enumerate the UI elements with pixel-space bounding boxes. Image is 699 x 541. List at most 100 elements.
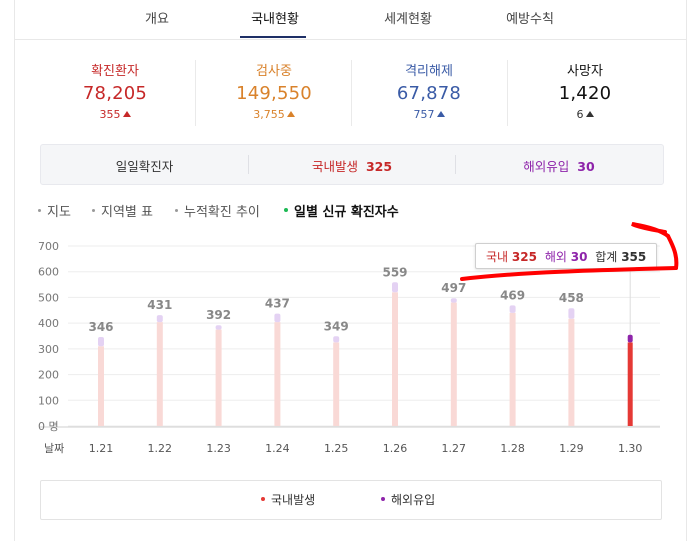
active-tab-underline (240, 36, 306, 38)
increase-arrow-icon (122, 111, 131, 117)
bar-domestic (392, 292, 398, 426)
stat-confirmed: 확진환자 78,205 355 (37, 60, 193, 121)
stat-label: 사망자 (567, 64, 603, 79)
subnav-cumulative-trend[interactable]: 누적확진 추이 (175, 201, 260, 220)
y-tick-label: 600 (38, 266, 59, 279)
bar-overseas (509, 305, 516, 313)
chart-tooltip: 국내 325 해외 30 합계 355 (475, 243, 657, 269)
subnav-map[interactable]: 지도 (38, 201, 71, 220)
tooltip-total-label: 합계 (595, 250, 618, 264)
main-tabs: 개요 국내현황 세계현황 예방수칙 (0, 0, 699, 40)
tab-global-status[interactable]: 세계현황 (373, 8, 443, 27)
x-tick-label: 1.27 (442, 442, 467, 455)
subnav-label: 일별 신규 확진자수 (294, 205, 399, 220)
bar-overseas (215, 325, 222, 330)
stat-delta: 6 (507, 108, 663, 121)
stat-label: 확진환자 (91, 64, 139, 79)
x-tick-label: 1.21 (89, 442, 114, 455)
subnav-label: 지역별 표 (101, 205, 153, 220)
y-tick-label: 400 (38, 317, 59, 330)
daily-overseas: 해외유입 30 (456, 156, 662, 175)
bar-overseas (568, 308, 575, 319)
y-tick-label: 0 명 (38, 420, 59, 433)
x-tick-label: 1.26 (383, 442, 408, 455)
bar-value-label: 559 (382, 265, 407, 279)
stat-label: 검사중 (256, 64, 292, 79)
stat-released: 격리해제 67,878 757 (351, 60, 507, 121)
bar-value-label: 437 (265, 297, 290, 311)
x-tick-label: 1.23 (206, 442, 231, 455)
bar-value-label: 392 (206, 308, 231, 322)
stat-value: 149,550 (236, 83, 312, 104)
bar-overseas (98, 337, 104, 347)
stat-delta-value: 355 (99, 108, 121, 121)
legend-item-domestic[interactable]: 국내발생 (261, 491, 315, 508)
stat-label: 격리해제 (405, 64, 453, 79)
bullet-icon (38, 209, 41, 212)
bar-overseas (156, 315, 163, 323)
tooltip-domestic-value: 325 (511, 250, 537, 264)
chart-grid (40, 245, 660, 428)
bar-domestic (450, 302, 457, 426)
legend-dot-icon (381, 497, 385, 501)
bar-value-label: 458 (559, 291, 584, 305)
bar-value-label: 349 (324, 319, 349, 333)
stat-testing: 검사중 149,550 3,755 (196, 60, 352, 121)
chart-legend: 국내발생 해외유입 (40, 480, 662, 520)
increase-arrow-icon (585, 111, 594, 117)
x-tick-label: 1.22 (148, 442, 173, 455)
bar-value-label: 346 (88, 320, 113, 334)
y-tick-label: 200 (38, 369, 59, 382)
bar-domestic (627, 342, 633, 426)
x-axis-label: 날짜 (44, 442, 64, 455)
bar-value-label: 469 (500, 288, 525, 302)
tabs-divider (14, 39, 686, 40)
daily-domestic-label: 국내발생 (311, 159, 358, 174)
bar-overseas (274, 313, 281, 323)
bar-overseas (450, 298, 457, 303)
bar-domestic (215, 329, 222, 426)
daily-overseas-value: 30 (577, 159, 595, 174)
chart-y-axis: 700 600 500 400 300 200 100 0 명 (38, 240, 59, 433)
legend-label: 국내발생 (271, 493, 316, 507)
bar-domestic (333, 342, 340, 426)
x-tick-label: 1.28 (500, 442, 525, 455)
tab-domestic-status[interactable]: 국내현황 (240, 8, 310, 27)
x-tick-label: 1.25 (324, 442, 349, 455)
tab-prevention[interactable]: 예방수칙 (495, 8, 565, 27)
tab-overview[interactable]: 개요 (132, 8, 182, 27)
stat-value: 67,878 (396, 83, 462, 104)
bar-domestic (568, 318, 575, 426)
y-tick-label: 300 (38, 343, 59, 356)
subnav-region-table[interactable]: 지역별 표 (92, 201, 153, 220)
subnav-label: 누적확진 추이 (184, 205, 260, 220)
x-tick-label: 1.30 (618, 442, 643, 455)
x-tick-label: 1.29 (559, 442, 584, 455)
daily-domestic: 국내발생 325 (249, 156, 455, 175)
bar-overseas (392, 282, 398, 293)
x-tick-label: 1.24 (265, 442, 290, 455)
bar-value-label: 497 (441, 281, 466, 295)
tooltip-total-value: 355 (621, 250, 647, 264)
bar-domestic (509, 312, 516, 426)
bar-domestic (98, 346, 104, 426)
daily-confirmed-summary: 일일확진자 국내발생 325 해외유입 30 (40, 144, 664, 185)
stat-delta-value: 6 (576, 108, 584, 121)
y-tick-label: 500 (38, 291, 59, 304)
chart-x-axis: 날짜 1.21 1.22 1.23 1.24 1.25 1.26 1.27 1.28 1.29 1.… (44, 442, 642, 455)
chart-bars (98, 282, 633, 426)
y-tick-label: 100 (38, 394, 59, 407)
bar-domestic (156, 322, 163, 426)
daily-domestic-value: 325 (365, 159, 393, 174)
tooltip-domestic-label: 국내 (486, 250, 509, 264)
active-bullet-icon (284, 208, 288, 212)
increase-arrow-icon (436, 111, 445, 117)
bar-overseas (333, 336, 340, 343)
subnav-daily-new[interactable]: 일별 신규 확진자수 (284, 201, 399, 220)
tooltip-overseas-value: 30 (570, 250, 588, 264)
stat-deaths: 사망자 1,420 6 (507, 60, 663, 121)
stat-delta-value: 757 (413, 108, 435, 121)
legend-item-overseas[interactable]: 해외유입 (381, 491, 435, 508)
tooltip-overseas-label: 해외 (544, 250, 567, 264)
legend-label: 해외유입 (391, 493, 436, 507)
